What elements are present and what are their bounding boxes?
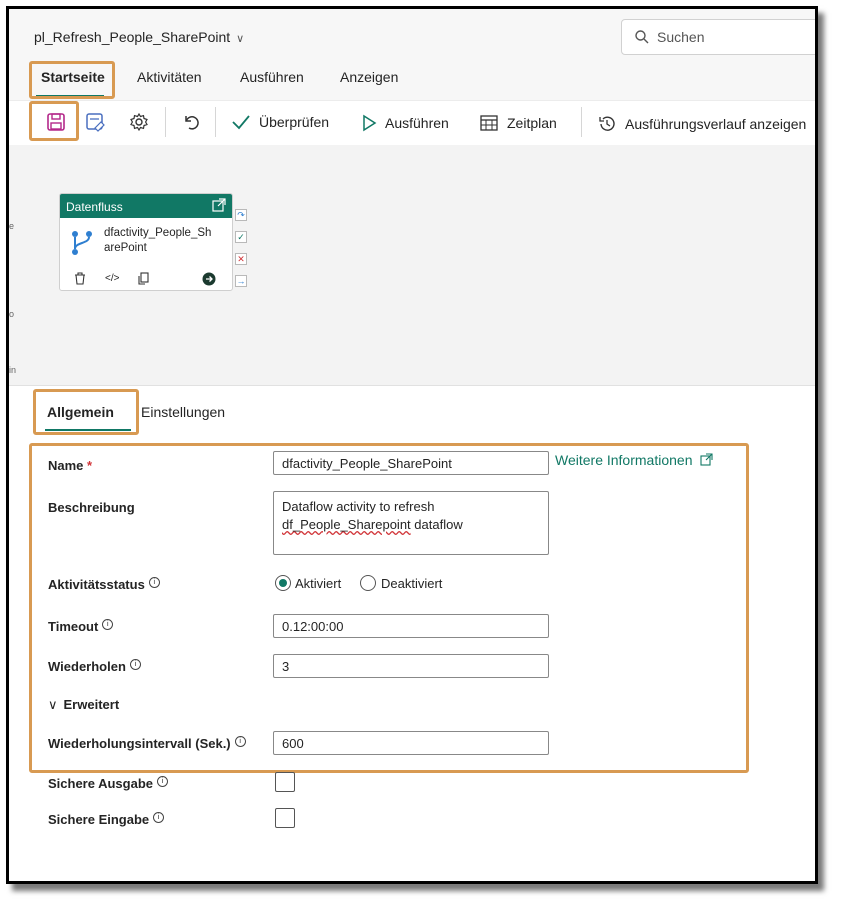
- dataflow-activity-card[interactable]: Datenfluss dfactivity_People_SharePoint …: [59, 193, 233, 291]
- tab-aktivitaeten[interactable]: Aktivitäten: [137, 69, 202, 85]
- settings-button[interactable]: [129, 112, 149, 137]
- search-icon: [635, 30, 649, 44]
- tab-anzeigen[interactable]: Anzeigen: [340, 69, 398, 85]
- activity-name: dfactivity_People_SharePoint: [104, 227, 212, 254]
- run-history-button[interactable]: Ausführungsverlauf anzeigen: [597, 114, 806, 134]
- highlight-box-save: [29, 101, 79, 141]
- left-fragment: o: [9, 309, 15, 319]
- activity-type-label: Datenfluss: [66, 200, 123, 214]
- open-external-icon[interactable]: [212, 198, 226, 212]
- toolbar-separator: [581, 107, 582, 137]
- chevron-down-icon: ∨: [236, 33, 245, 45]
- undo-icon: [185, 116, 199, 130]
- undo-button[interactable]: [181, 112, 201, 137]
- success-connector-icon[interactable]: ✓: [235, 231, 247, 243]
- run-button[interactable]: Ausführen: [361, 114, 449, 132]
- info-icon: i: [157, 776, 169, 787]
- highlight-box-allgemein: [33, 389, 139, 435]
- highlight-box-startseite: [29, 61, 115, 99]
- publish-icon: [86, 113, 105, 132]
- secure-output-checkbox[interactable]: [275, 772, 295, 792]
- skip-connector-icon[interactable]: ↷: [235, 209, 247, 221]
- run-label: Ausführen: [385, 115, 449, 131]
- app-window: pl_Refresh_People_SharePoint ∨ Suchen Sta…: [6, 6, 818, 884]
- checkmark-icon: [232, 115, 250, 130]
- tab-einstellungen[interactable]: Einstellungen: [141, 404, 225, 420]
- toolbar-separator: [215, 107, 216, 137]
- run-history-label: Ausführungsverlauf anzeigen: [625, 116, 807, 132]
- left-fragment: in: [9, 365, 17, 375]
- info-icon: i: [153, 812, 165, 823]
- schedule-button[interactable]: Zeitplan: [479, 114, 557, 132]
- gear-icon: [130, 112, 148, 132]
- left-fragment: e: [9, 221, 15, 231]
- schedule-label: Zeitplan: [507, 115, 557, 131]
- secure-output-label: Sichere Ausgabe i: [48, 776, 169, 791]
- search-input[interactable]: Suchen: [621, 19, 815, 55]
- calendar-icon: [480, 115, 498, 131]
- copy-icon[interactable]: [138, 272, 150, 285]
- completion-connector-icon[interactable]: →: [235, 275, 247, 287]
- publish-button[interactable]: [85, 112, 107, 137]
- highlight-box-general-form: [29, 443, 749, 773]
- history-icon: [599, 116, 615, 131]
- activity-header: Datenfluss: [60, 194, 232, 218]
- arrow-right-circle-icon[interactable]: [202, 272, 216, 286]
- toolbar-separator: [165, 107, 166, 137]
- secure-input-checkbox[interactable]: [275, 808, 295, 828]
- search-placeholder: Suchen: [657, 29, 705, 45]
- dataflow-icon: [72, 231, 92, 255]
- pipeline-title-text: pl_Refresh_People_SharePoint: [34, 29, 231, 45]
- failure-connector-icon[interactable]: ✕: [235, 253, 247, 265]
- code-icon[interactable]: </>: [105, 273, 119, 284]
- validate-button[interactable]: Überprüfen: [231, 114, 329, 130]
- play-icon: [363, 114, 377, 132]
- pipeline-title[interactable]: pl_Refresh_People_SharePoint ∨: [34, 29, 244, 45]
- tab-ausfuehren[interactable]: Ausführen: [240, 69, 304, 85]
- secure-input-label: Sichere Eingabe i: [48, 812, 165, 827]
- delete-icon[interactable]: [74, 272, 86, 285]
- validate-label: Überprüfen: [259, 114, 330, 130]
